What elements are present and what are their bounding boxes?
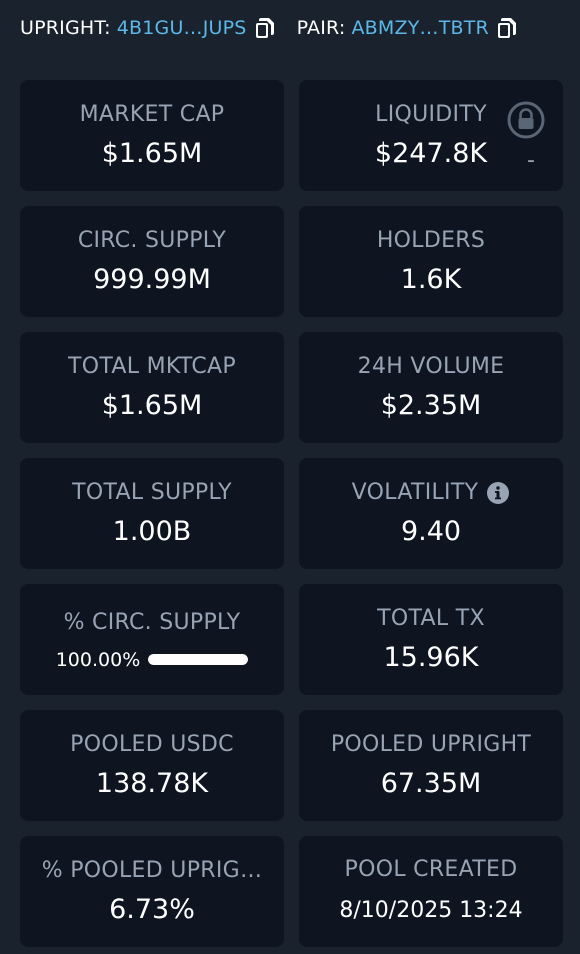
pooled-usdc-card: POOLED USDC 138.78K <box>20 710 284 821</box>
pooled-upright-value: 67.35M <box>380 767 482 799</box>
holders-label: HOLDERS <box>376 227 486 253</box>
circ-supply-progress: 100.00% <box>56 649 249 671</box>
info-icon[interactable] <box>486 481 510 505</box>
total-supply-card: TOTAL SUPPLY 1.00B <box>20 458 284 569</box>
circ-supply-value: 999.99M <box>93 263 211 295</box>
market-cap-label: MARKET CAP <box>79 101 225 127</box>
volume-24h-value: $2.35M <box>380 389 482 421</box>
stats-grid: MARKET CAP $1.65M LIQUIDITY $247.8K - CI… <box>20 80 563 947</box>
copy-icon[interactable] <box>255 17 275 39</box>
market-cap-value: $1.65M <box>101 137 203 169</box>
circ-supply-card: CIRC. SUPPLY 999.99M <box>20 206 284 317</box>
lock-icon[interactable] <box>507 101 545 139</box>
pct-circ-supply-value: 100.00% <box>55 648 141 671</box>
volume-24h-label: 24H VOLUME <box>357 353 505 379</box>
token-address-label: UPRIGHT: <box>20 17 111 39</box>
volatility-header: VOLATILITY <box>352 479 511 507</box>
total-mktcap-label: TOTAL MKTCAP <box>68 353 236 379</box>
address-bar: UPRIGHT: 4B1GU…JUPS PAIR: ABMZY…TBTR <box>20 14 565 42</box>
pooled-upright-label: POOLED UPRIGHT <box>330 731 532 757</box>
pair-address-link[interactable]: ABMZY…TBTR <box>351 17 489 39</box>
pct-pooled-upright-card: % POOLED UPRIG… 6.73% <box>20 836 284 947</box>
pooled-usdc-value: 138.78K <box>95 767 209 799</box>
pair-address-label: PAIR: <box>296 17 346 39</box>
total-tx-label: TOTAL TX <box>377 605 485 631</box>
pct-circ-supply-label: % CIRC. SUPPLY <box>63 609 241 635</box>
pool-created-label: POOL CREATED <box>344 856 518 882</box>
pool-created-value: 8/10/2025 13:24 <box>339 897 523 923</box>
liquidity-value: $247.8K <box>374 137 488 169</box>
liquidity-lock-status: - <box>527 148 535 173</box>
volatility-card: VOLATILITY 9.40 <box>299 458 563 569</box>
pooled-usdc-label: POOLED USDC <box>70 731 234 757</box>
pair-address-group: PAIR: ABMZY…TBTR <box>297 17 517 39</box>
pct-pooled-upright-value: 6.73% <box>109 893 195 925</box>
total-tx-card: TOTAL TX 15.96K <box>299 584 563 695</box>
pct-pooled-upright-label: % POOLED UPRIG… <box>41 857 263 883</box>
copy-icon[interactable] <box>497 17 517 39</box>
progress-track <box>148 654 249 665</box>
circ-supply-label: CIRC. SUPPLY <box>77 227 227 253</box>
total-supply-value: 1.00B <box>112 515 192 547</box>
total-supply-label: TOTAL SUPPLY <box>72 479 232 505</box>
pct-circ-supply-card: % CIRC. SUPPLY 100.00% <box>20 584 284 695</box>
holders-value: 1.6K <box>400 263 462 295</box>
pooled-upright-card: POOLED UPRIGHT 67.35M <box>299 710 563 821</box>
liquidity-label: LIQUIDITY <box>375 101 487 127</box>
total-tx-value: 15.96K <box>383 641 479 673</box>
pool-created-card: POOL CREATED 8/10/2025 13:24 <box>299 836 563 947</box>
volatility-value: 9.40 <box>400 515 462 547</box>
token-address-group: UPRIGHT: 4B1GU…JUPS <box>20 17 275 39</box>
total-mktcap-card: TOTAL MKTCAP $1.65M <box>20 332 284 443</box>
total-mktcap-value: $1.65M <box>101 389 203 421</box>
market-cap-card: MARKET CAP $1.65M <box>20 80 284 191</box>
volume-24h-card: 24H VOLUME $2.35M <box>299 332 563 443</box>
liquidity-card: LIQUIDITY $247.8K - <box>299 80 563 191</box>
token-address-link[interactable]: 4B1GU…JUPS <box>117 17 247 39</box>
volatility-label: VOLATILITY <box>351 479 479 505</box>
progress-fill <box>148 654 249 665</box>
holders-card: HOLDERS 1.6K <box>299 206 563 317</box>
